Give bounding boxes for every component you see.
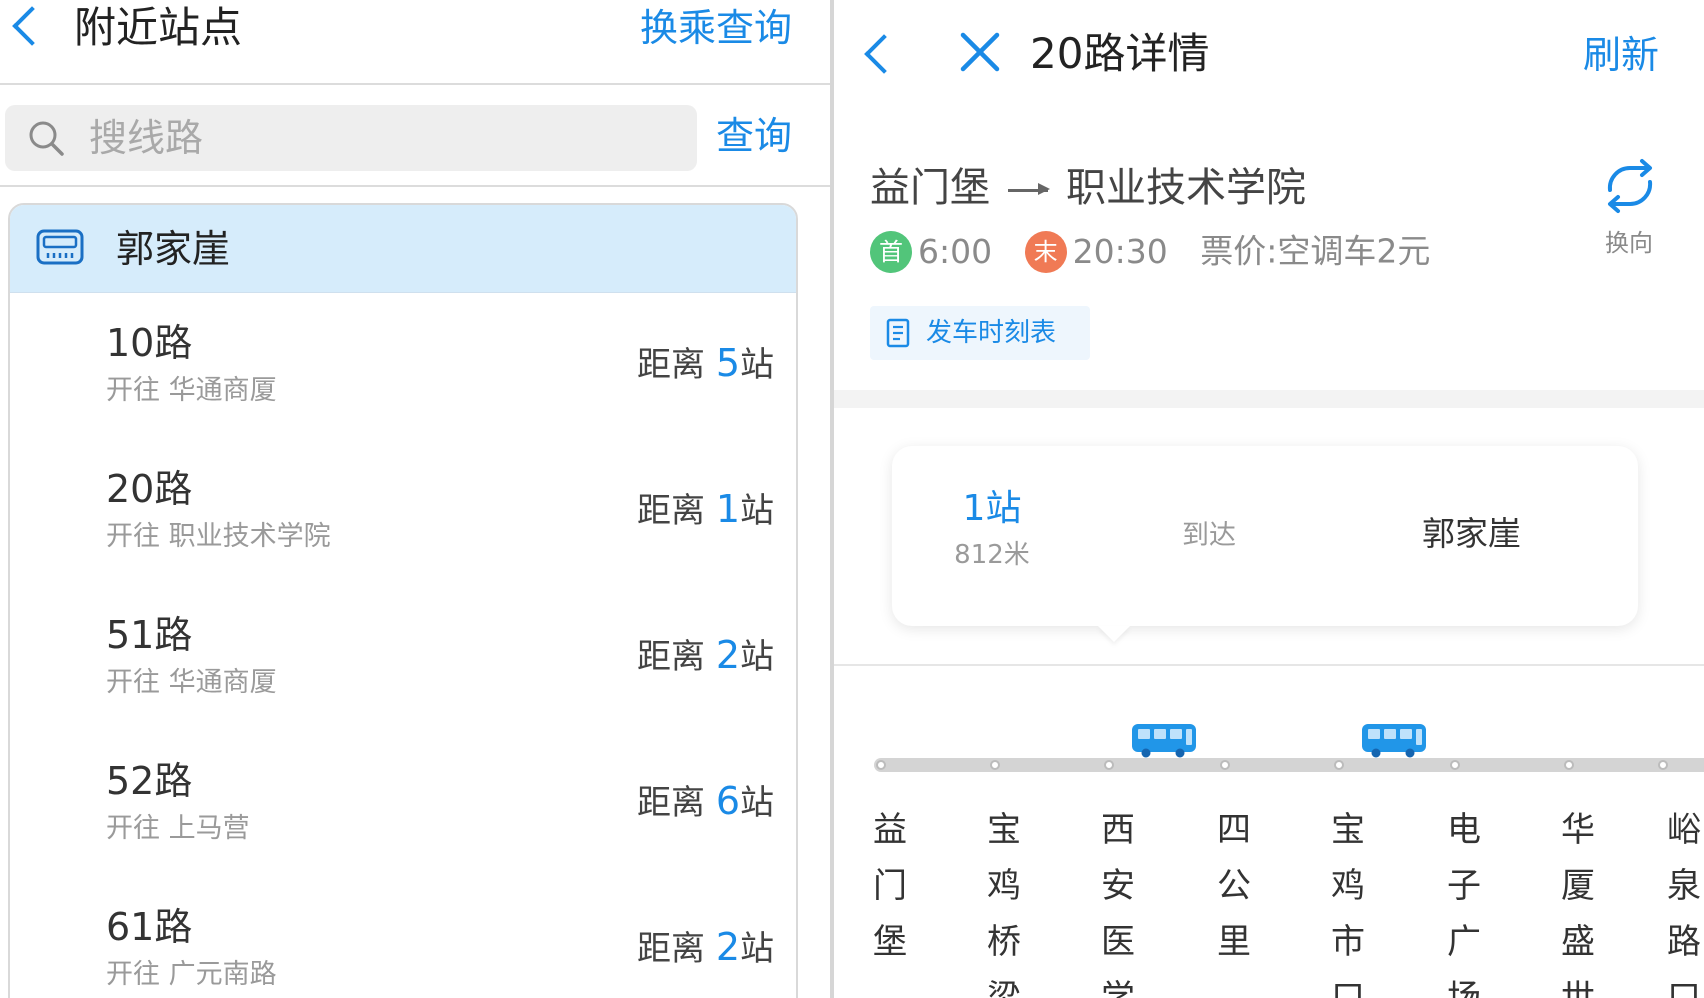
- route-name: 20路: [106, 467, 193, 511]
- timetable-icon: [886, 318, 910, 348]
- search-button[interactable]: 查询: [716, 109, 792, 163]
- timetable-label: 发车时刻表: [926, 318, 1057, 348]
- route-distance: 距离 5站: [637, 341, 774, 385]
- bus-icon: [1132, 724, 1196, 758]
- track-stop-dot: [876, 760, 886, 770]
- route-direction: 开往 上马营: [106, 813, 250, 844]
- route-direction: 开往 广元南路: [106, 959, 277, 990]
- route-name: 51路: [106, 613, 193, 657]
- nearby-header: 附近站点 换乘查询: [0, 0, 830, 85]
- route-direction: 开往 职业技术学院: [106, 521, 331, 552]
- station-name[interactable]: 四公里: [1212, 802, 1256, 970]
- route-distance: 距离 2站: [637, 925, 774, 969]
- track-stop-dot: [1334, 760, 1344, 770]
- stop-name: 郭家崖: [116, 227, 231, 271]
- origin-terminal: 益门堡: [870, 165, 990, 211]
- nearby-stops-pane: 附近站点 换乘查询 查询 郭家崖 10路: [0, 0, 830, 998]
- back-chevron-icon[interactable]: [864, 34, 904, 74]
- swap-direction-icon: [1607, 159, 1653, 213]
- search-icon: [29, 121, 64, 156]
- page-title: 附近站点: [74, 3, 243, 52]
- route-title: 20路详情: [1030, 29, 1210, 78]
- stop-card: 郭家崖 10路 开往 华通商厦 距离 5站 20路 开往 职业技术学院 距离 1…: [8, 203, 798, 998]
- arrival-stops: 1站: [962, 488, 1022, 529]
- route-distance: 距离 6站: [637, 779, 774, 823]
- route-name: 52路: [106, 759, 193, 803]
- track-stop-dot: [1450, 760, 1460, 770]
- arrival-card: 1站 812米 到达 郭家崖: [892, 446, 1638, 626]
- bus-icon: [1362, 724, 1426, 758]
- route-item[interactable]: 20路 开往 职业技术学院 距离 1站: [10, 439, 796, 585]
- station-name[interactable]: 西安医学: [1096, 802, 1140, 998]
- bus-stop-icon: [36, 229, 84, 265]
- station-name[interactable]: 华厦盛世: [1556, 802, 1600, 998]
- station-name[interactable]: 宝鸡市口: [1326, 802, 1370, 998]
- route-detail-pane: 20路详情 刷新 益门堡 职业技术学院 换向 首 6:00 末 20:30 票价:空调…: [834, 0, 1704, 998]
- transfer-query-link[interactable]: 换乘查询: [640, 4, 792, 52]
- timetable-button[interactable]: 发车时刻表: [870, 306, 1090, 360]
- track-stop-dot: [1658, 760, 1668, 770]
- last-bus-time: 20:30: [1072, 231, 1168, 271]
- track-stop-dot: [1220, 760, 1230, 770]
- refresh-button[interactable]: 刷新: [1583, 30, 1659, 80]
- direction-arrow-icon: [1008, 188, 1048, 192]
- first-bus-badge: 首: [870, 230, 912, 273]
- arrival-distance: 812米: [954, 540, 1030, 570]
- route-distance: 距离 1站: [637, 487, 774, 531]
- line-separator: [834, 664, 1704, 666]
- swap-direction-label: 换向: [1605, 229, 1653, 257]
- close-icon[interactable]: [958, 30, 1002, 74]
- destination-terminal: 职业技术学院: [1066, 165, 1306, 211]
- station-name[interactable]: 峪泉路口: [1662, 802, 1704, 998]
- track-stop-dot: [990, 760, 1000, 770]
- arrival-label: 到达: [1182, 520, 1236, 551]
- route-track: [874, 758, 1704, 772]
- station-name[interactable]: 电子广场: [1442, 802, 1486, 998]
- station-name[interactable]: 益门堡: [868, 802, 912, 970]
- section-divider: [834, 390, 1704, 408]
- route-item[interactable]: 52路 开往 上马营 距离 6站: [10, 731, 796, 877]
- stop-header[interactable]: 郭家崖: [10, 205, 796, 293]
- last-bus-badge: 末: [1024, 230, 1067, 273]
- first-bus-time: 6:00: [918, 231, 993, 271]
- back-chevron-icon[interactable]: [12, 6, 52, 46]
- fare-info: 票价:空调车2元: [1200, 231, 1431, 271]
- track-stop-dot: [1564, 760, 1574, 770]
- arrival-stop-name: 郭家崖: [1422, 514, 1521, 553]
- station-name[interactable]: 宝鸡桥梁: [982, 802, 1026, 998]
- route-direction: 开往 华通商厦: [106, 375, 277, 406]
- search-box[interactable]: [5, 105, 697, 171]
- track-stop-dot: [1104, 760, 1114, 770]
- swap-direction-button[interactable]: 换向: [1594, 156, 1664, 266]
- route-item[interactable]: 61路 开往 广元南路 距离 2站: [10, 877, 796, 998]
- route-name: 61路: [106, 905, 193, 949]
- route-direction: 开往 华通商厦: [106, 667, 277, 698]
- service-hours: 首 6:00 末 20:30 票价:空调车2元: [870, 228, 1430, 274]
- route-item[interactable]: 10路 开往 华通商厦 距离 5站: [10, 293, 796, 439]
- route-terminals: 益门堡 职业技术学院: [870, 162, 1306, 214]
- search-row: 查询: [0, 87, 830, 187]
- route-item[interactable]: 51路 开往 华通商厦 距离 2站: [10, 585, 796, 731]
- route-name: 10路: [106, 321, 193, 365]
- search-input[interactable]: [89, 111, 669, 165]
- route-distance: 距离 2站: [637, 633, 774, 677]
